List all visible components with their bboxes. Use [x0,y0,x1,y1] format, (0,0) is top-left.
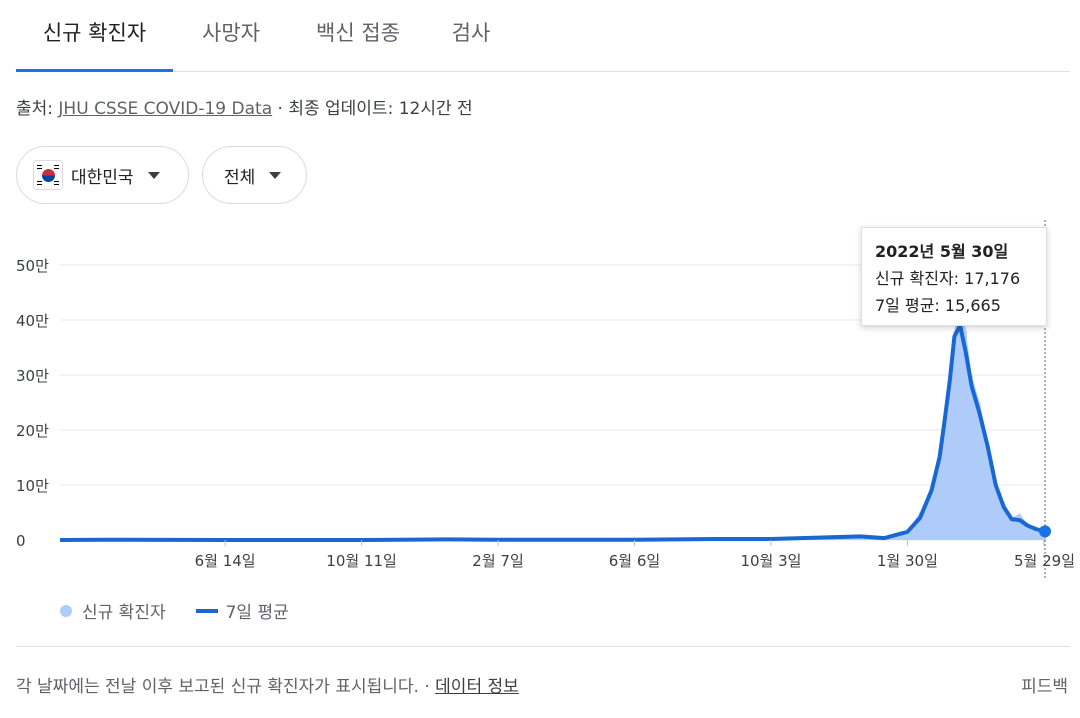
average-legend-line-icon [195,608,218,613]
footer-text: 각 날짜에는 전날 이후 보고된 신규 확진자가 표시됩니다. · [16,677,436,697]
chart-legend: 신규 확진자 7일 평균 [60,598,289,623]
tab-new-cases[interactable]: 신규 확진자 [16,0,173,72]
data-info-link[interactable]: 데이터 정보 [435,677,519,697]
chart-tooltip: 2022년 5월 30일 신규 확진자: 17,176 7일 평균: 15,66… [861,227,1047,326]
x-tick-label: 1월 30일 [877,552,938,570]
scope-dropdown[interactable]: 전체 [202,146,307,204]
x-tick-label: 10월 3일 [740,552,801,570]
y-tick-label: 30만 [16,367,49,385]
country-dropdown[interactable]: 대한민국 [16,146,189,204]
country-label: 대한민국 [71,167,134,188]
feedback-link[interactable]: 피드백 [1021,672,1068,697]
source-prefix: 출처: [16,99,59,119]
x-tick-label: 2월 7일 [472,552,523,570]
divider [16,646,1070,647]
tab-deaths[interactable]: 사망자 [186,0,276,72]
seven-day-average-line [59,323,1046,542]
cases-legend-dot-icon [60,604,72,617]
last-updated: · 최종 업데이트: 12시간 전 [272,99,473,119]
tooltip-average: 7일 평균: 15,665 [875,296,1001,315]
source-line: 출처: JHU CSSE COVID-19 Data · 최종 업데이트: 12… [16,94,473,119]
active-tab-indicator [16,69,173,72]
south-korea-flag-icon [33,160,63,190]
footer-note: 각 날짜에는 전날 이후 보고된 신규 확진자가 표시됩니다. · 데이터 정보 [16,672,519,697]
x-tick-label: 10월 11일 [326,552,397,570]
x-tick-label: 6월 14일 [195,552,256,570]
x-tick-label: 5월 29일 [1014,552,1075,570]
cases-area [60,292,1045,540]
tab-testing[interactable]: 검사 [436,0,506,72]
tooltip-cases: 신규 확진자: 17,176 [875,269,1021,288]
y-tick-label: 50만 [16,257,49,275]
metric-tabs: 신규 확진자 사망자 백신 접종 검사 [16,0,1070,72]
tooltip-date: 2022년 5월 30일 [875,242,1009,261]
hover-point[interactable] [1039,525,1051,538]
chevron-down-icon [147,171,160,179]
scope-label: 전체 [224,167,256,188]
chevron-down-icon [269,171,282,179]
legend-average-label: 7일 평균 [225,603,289,623]
legend-cases-label: 신규 확진자 [82,603,166,623]
y-tick-label: 40만 [16,312,49,330]
y-tick-label: 20만 [16,422,49,440]
y-tick-label: 10만 [16,477,49,495]
source-link[interactable]: JHU CSSE COVID-19 Data [58,99,272,119]
tab-vaccinations[interactable]: 백신 접종 [298,0,418,72]
y-tick-label: 0 [16,532,26,550]
x-tick-label: 6월 6일 [609,552,660,570]
